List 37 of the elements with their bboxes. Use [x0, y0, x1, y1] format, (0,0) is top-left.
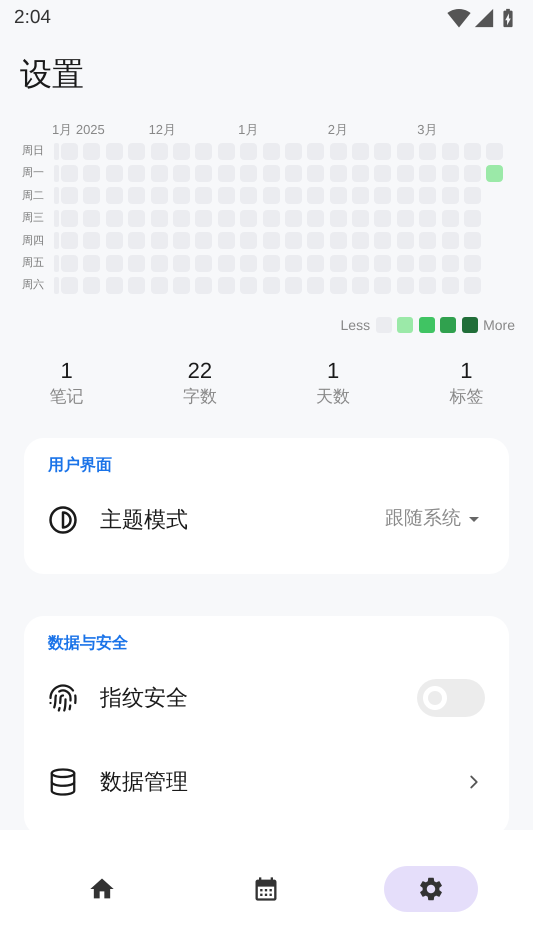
- month-label: 12月: [148, 121, 176, 139]
- month-label: 1月 2025: [52, 121, 105, 139]
- weekday-label: 周六: [22, 278, 45, 294]
- setting-label: 数据管理: [100, 768, 189, 796]
- fingerprint-icon: [48, 682, 78, 713]
- month-label: 3月: [417, 121, 438, 139]
- weekday-label: 周一: [22, 166, 45, 182]
- section-title: 用户界面: [48, 455, 112, 476]
- status-time: 2:04: [14, 6, 51, 30]
- month-label: 1月: [238, 121, 258, 139]
- page-title: 设置: [20, 55, 84, 94]
- legend-less: Less: [340, 316, 370, 335]
- month-label: 2月: [328, 121, 348, 139]
- database-icon: [48, 766, 78, 797]
- nav-tab[interactable]: [384, 866, 478, 912]
- contrast-icon: [48, 504, 78, 535]
- stat-label: 字数: [182, 386, 217, 408]
- stat-value: 1: [460, 358, 472, 384]
- stat-value: 22: [188, 358, 212, 384]
- caret-icon: [469, 517, 479, 522]
- stat-label: 笔记: [50, 386, 84, 408]
- section-title: 数据与安全: [48, 633, 128, 654]
- theme-dropdown[interactable]: 跟随系统: [385, 505, 485, 534]
- stat-value: 1: [60, 358, 73, 384]
- setting-label: 主题模式: [100, 506, 189, 534]
- stat-value: 1: [327, 358, 340, 384]
- weekday-label: 周五: [22, 256, 45, 271]
- wifi-icon: [447, 6, 471, 30]
- legend-more: More: [483, 316, 515, 335]
- weekday-label: 周四: [22, 234, 45, 249]
- stat-label: 标签: [449, 386, 484, 408]
- weekday-label: 周二: [22, 188, 45, 204]
- signal-icon: [473, 7, 495, 29]
- weekday-label: 周日: [22, 144, 45, 159]
- stat-label: 天数: [316, 386, 350, 408]
- setting-label: 指纹安全: [100, 684, 189, 712]
- weekday-label: 周三: [22, 211, 45, 226]
